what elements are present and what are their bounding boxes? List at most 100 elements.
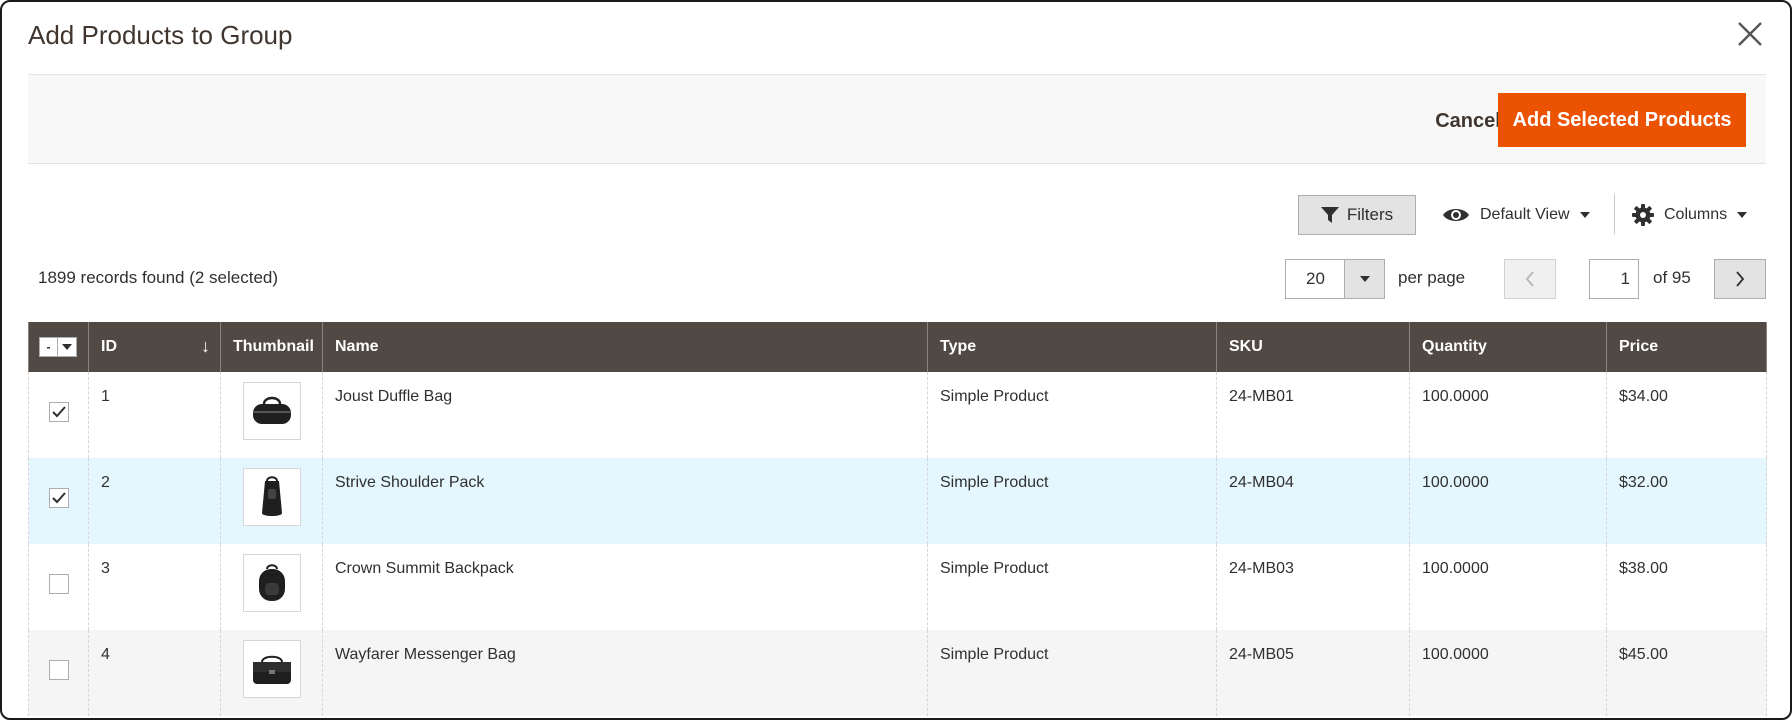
add-selected-products-button[interactable]: Add Selected Products	[1498, 93, 1746, 147]
column-header-label: SKU	[1229, 338, 1263, 355]
next-page-button[interactable]	[1714, 259, 1766, 299]
filters-button[interactable]: Filters	[1298, 195, 1416, 235]
columns-dropdown[interactable]: Columns	[1632, 195, 1748, 235]
column-header-label: Thumbnail	[233, 338, 314, 355]
add-products-modal: Add Products to Group Cancel Add Selecte…	[0, 0, 1792, 720]
thumbnail-cell	[220, 458, 323, 544]
id-cell: 2	[88, 458, 221, 544]
name-cell: Wayfarer Messenger Bag	[322, 630, 928, 716]
duffle-bag-icon	[252, 396, 291, 424]
column-header-quantity[interactable]: Quantity	[1409, 322, 1607, 372]
id-cell: 4	[88, 630, 221, 716]
quantity-cell: 100.0000	[1409, 544, 1607, 630]
filters-label: Filters	[1346, 205, 1394, 224]
chevron-down-icon	[62, 344, 72, 350]
toolbar-divider	[1614, 194, 1615, 234]
product-thumbnail[interactable]	[242, 468, 301, 526]
row-checkbox[interactable]	[48, 574, 69, 594]
product-thumbnail[interactable]	[242, 554, 301, 612]
column-header-label: Name	[335, 338, 379, 355]
backpack-icon	[258, 564, 285, 601]
checkmark-icon	[51, 492, 66, 504]
column-header-label: Type	[940, 338, 977, 355]
quantity-cell: 100.0000	[1409, 458, 1607, 544]
column-header-label: Quantity	[1422, 338, 1487, 355]
grid-header-row: - ID ↓ Thumbnail Name Type SKU Quantity …	[28, 322, 1767, 372]
close-button[interactable]	[1730, 14, 1770, 54]
previous-page-button[interactable]	[1504, 259, 1556, 299]
price-cell: $34.00	[1606, 372, 1767, 458]
chevron-right-icon	[1736, 271, 1745, 287]
column-header-price[interactable]: Price	[1606, 322, 1767, 372]
name-cell: Crown Summit Backpack	[322, 544, 928, 630]
checkmark-icon	[51, 406, 66, 418]
table-row[interactable]: 4 Wayfarer Messenger Bag Simple Product …	[28, 630, 1767, 716]
type-cell: Simple Product	[927, 630, 1217, 716]
product-thumbnail[interactable]	[242, 640, 301, 698]
records-found-text: 1899 records found (2 selected)	[38, 268, 279, 287]
per-page-toggle[interactable]	[1344, 260, 1384, 298]
shoulder-pack-icon	[261, 476, 282, 516]
default-view-dropdown[interactable]: Default View	[1442, 195, 1590, 235]
filter-icon	[1320, 207, 1339, 223]
eye-icon	[1443, 209, 1469, 221]
type-cell: Simple Product	[927, 372, 1217, 458]
row-checkbox[interactable]	[48, 660, 69, 680]
thumbnail-cell	[220, 372, 323, 458]
row-checkbox[interactable]	[48, 488, 69, 508]
default-view-label: Default View	[1480, 206, 1570, 223]
close-icon	[1738, 22, 1762, 46]
name-cell: Strive Shoulder Pack	[322, 458, 928, 544]
products-grid: - ID ↓ Thumbnail Name Type SKU Quantity …	[28, 322, 1767, 716]
column-header-id[interactable]: ID ↓	[88, 322, 221, 372]
columns-label: Columns	[1664, 206, 1728, 223]
sort-arrow-down-icon: ↓	[201, 336, 210, 356]
table-row[interactable]: 1 Joust Duffle Bag Simple Product 24-MB0…	[28, 372, 1767, 458]
quantity-cell: 100.0000	[1409, 630, 1607, 716]
price-cell: $45.00	[1606, 630, 1767, 716]
column-header-sku[interactable]: SKU	[1216, 322, 1410, 372]
id-cell: 1	[88, 372, 221, 458]
chevron-down-icon	[1737, 212, 1748, 218]
row-checkbox[interactable]	[48, 402, 69, 422]
price-cell: $32.00	[1606, 458, 1767, 544]
name-cell: Joust Duffle Bag	[322, 372, 928, 458]
chevron-down-icon	[1579, 212, 1590, 218]
table-row[interactable]: 3 Crown Summit Backpack Simple Product 2…	[28, 544, 1767, 630]
column-header-name[interactable]: Name	[322, 322, 928, 372]
row-select-cell	[28, 630, 89, 716]
mass-select-symbol: -	[40, 338, 58, 356]
thumbnail-cell	[220, 544, 323, 630]
modal-action-bar: Cancel Add Selected Products	[28, 74, 1766, 164]
current-page-input[interactable]	[1589, 259, 1639, 299]
modal-title: Add Products to Group	[28, 20, 293, 50]
messenger-bag-icon	[252, 655, 291, 684]
chevron-left-icon	[1525, 271, 1534, 287]
mass-select-header: -	[28, 322, 89, 372]
table-row[interactable]: 2 Strive Shoulder Pack Simple Product 24…	[28, 458, 1767, 544]
type-cell: Simple Product	[927, 544, 1217, 630]
mass-select-dropdown[interactable]: -	[39, 337, 77, 357]
chevron-down-icon	[1359, 276, 1370, 282]
quantity-cell: 100.0000	[1409, 372, 1607, 458]
column-header-type[interactable]: Type	[927, 322, 1217, 372]
column-header-thumbnail: Thumbnail	[220, 322, 323, 372]
thumbnail-cell	[220, 630, 323, 716]
sku-cell: 24-MB01	[1216, 372, 1410, 458]
row-select-cell	[28, 372, 89, 458]
id-cell: 3	[88, 544, 221, 630]
total-pages-text: of 95	[1653, 268, 1691, 287]
sku-cell: 24-MB03	[1216, 544, 1410, 630]
per-page-value: 20	[1306, 269, 1325, 288]
type-cell: Simple Product	[927, 458, 1217, 544]
row-select-cell	[28, 544, 89, 630]
column-header-label: ID	[101, 338, 117, 355]
sku-cell: 24-MB04	[1216, 458, 1410, 544]
row-select-cell	[28, 458, 89, 544]
price-cell: $38.00	[1606, 544, 1767, 630]
sku-cell: 24-MB05	[1216, 630, 1410, 716]
per-page-select[interactable]: 20	[1285, 259, 1385, 299]
column-header-label: Price	[1619, 338, 1659, 355]
gear-icon	[1632, 204, 1654, 226]
product-thumbnail[interactable]	[242, 382, 301, 440]
